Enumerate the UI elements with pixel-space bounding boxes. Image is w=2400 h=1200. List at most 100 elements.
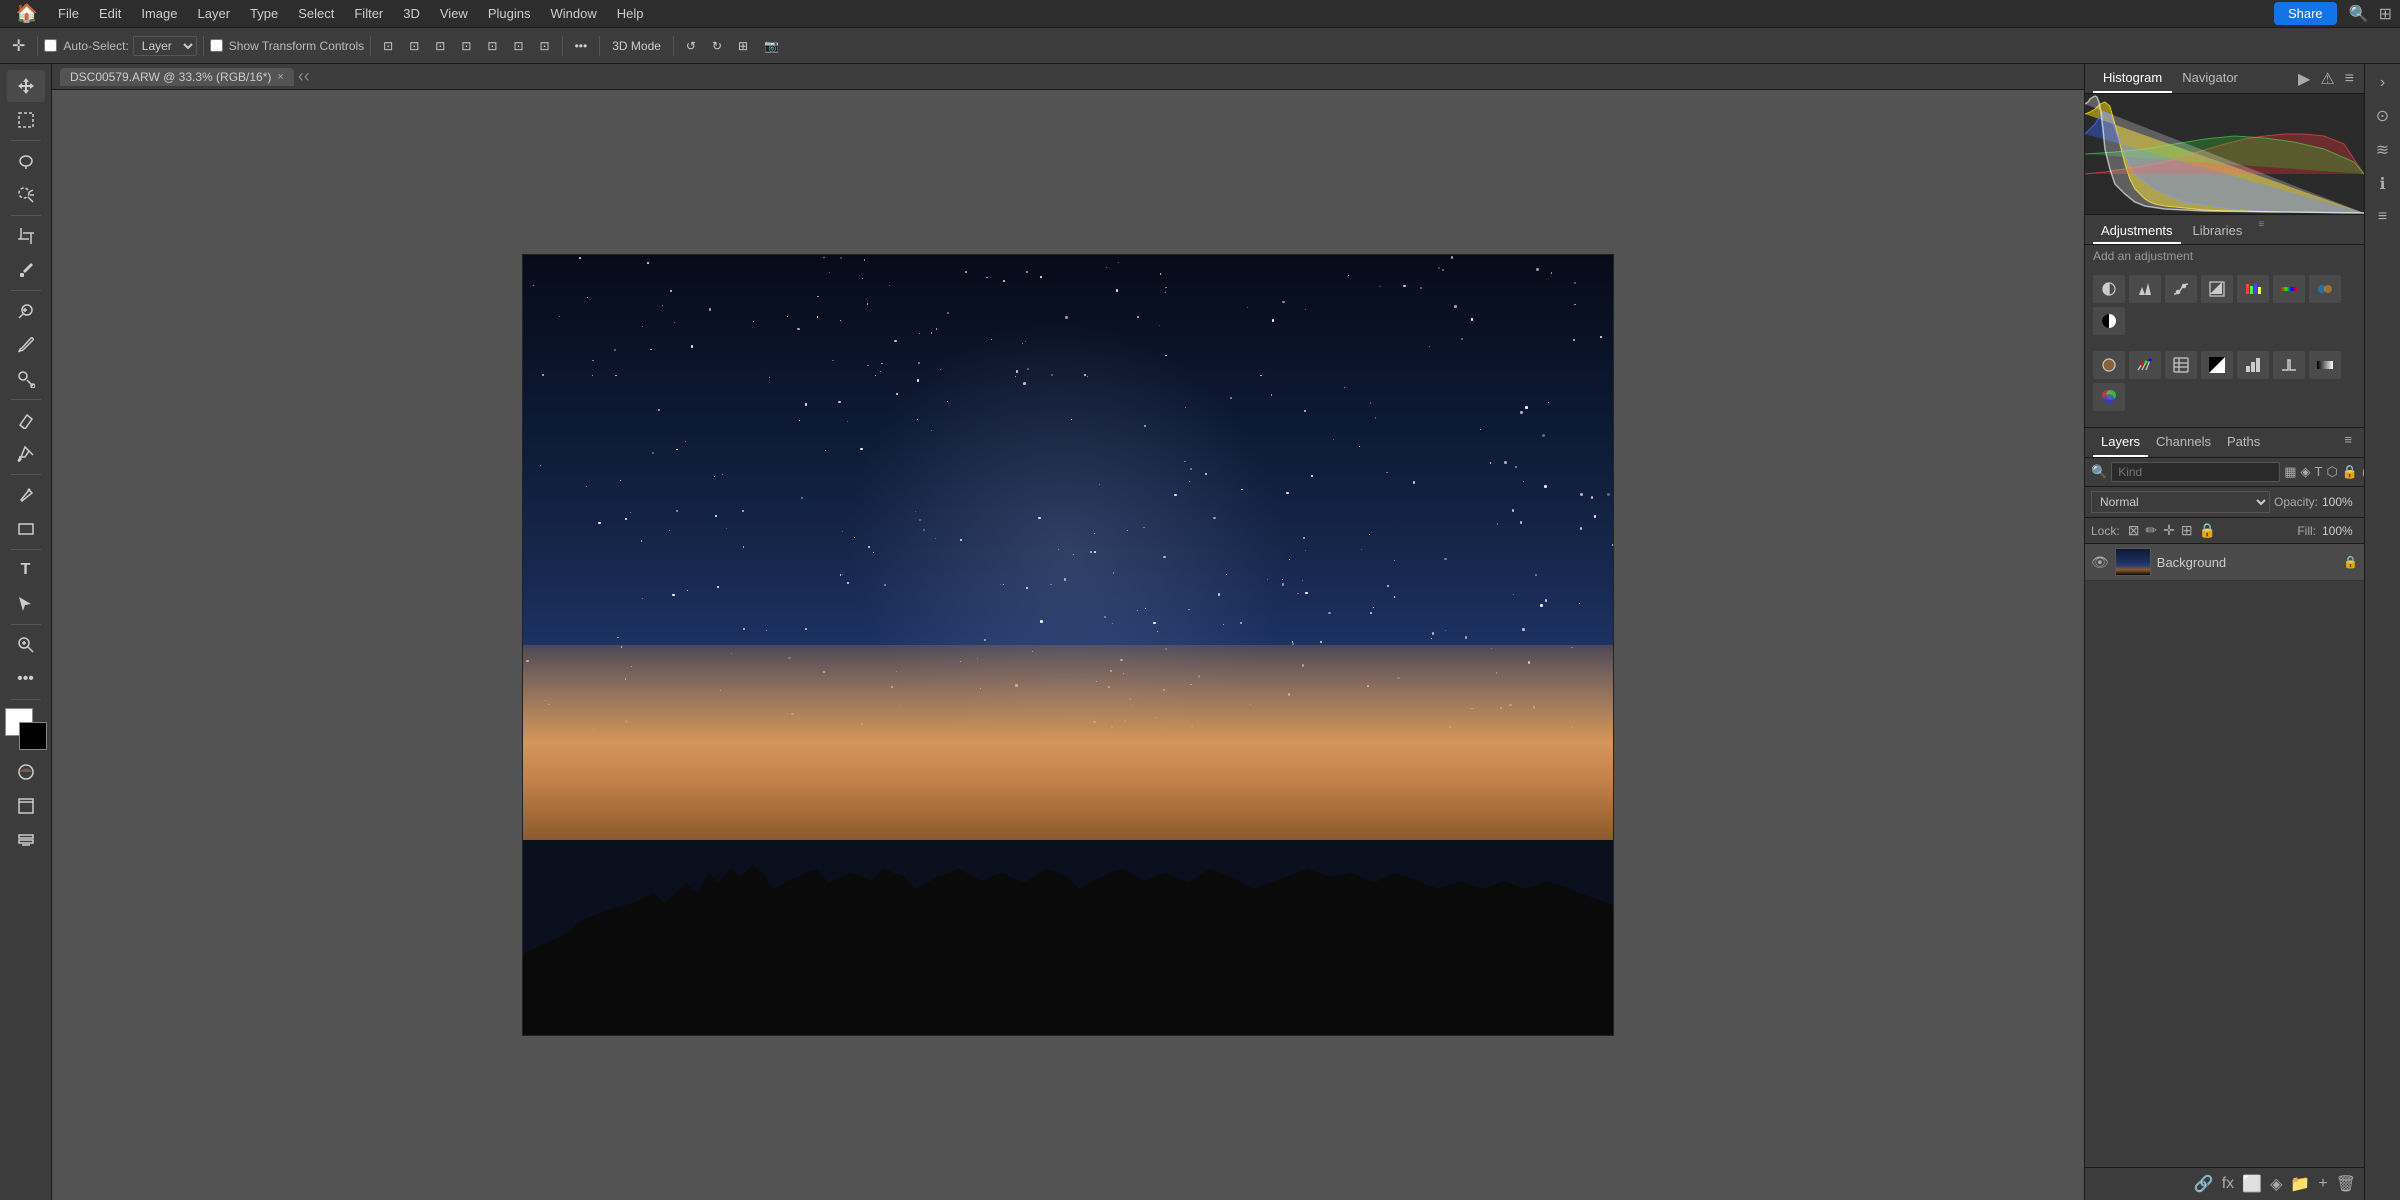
blend-mode-select[interactable]: Normal Multiply Screen Overlay [2091, 491, 2270, 513]
align-bottom-button[interactable]: ⊡ [507, 37, 529, 55]
layer-link-button[interactable]: 🔗 [2194, 1174, 2214, 1194]
lock-artboards-button[interactable]: ⊞ [2181, 522, 2193, 539]
foreground-color-swatch[interactable] [19, 722, 47, 750]
properties-strip-button[interactable]: ⊙ [2372, 102, 2393, 130]
libraries-tab[interactable]: Libraries [2185, 219, 2251, 244]
menu-item-view[interactable]: View [432, 4, 476, 23]
new-fill-adj-button[interactable]: ◈ [2270, 1174, 2282, 1194]
levels-button[interactable] [2129, 275, 2161, 303]
crop-tool[interactable] [7, 220, 45, 252]
move-tool[interactable] [7, 70, 45, 102]
menu-item-window[interactable]: Window [542, 4, 604, 23]
align-right-button[interactable]: ⊡ [429, 37, 451, 55]
lock-transparent-button[interactable]: ⊠ [2128, 522, 2140, 539]
align-top-button[interactable]: ⊡ [455, 37, 477, 55]
menu-item-layer[interactable]: Layer [190, 4, 239, 23]
black-white-button[interactable] [2093, 307, 2125, 335]
menu-item-plugins[interactable]: Plugins [480, 4, 539, 23]
exposure-button[interactable] [2201, 275, 2233, 303]
document-tab[interactable]: DSC00579.ARW @ 33.3% (RGB/16*) × [60, 68, 294, 86]
lock-paint-button[interactable]: ✏ [2145, 522, 2157, 539]
filter-text-button[interactable]: T [2314, 464, 2322, 480]
layer-select[interactable]: Layer Group [133, 36, 197, 56]
selective-color-button[interactable] [2093, 383, 2125, 411]
filter-smart-button[interactable]: 🔒 [2342, 464, 2358, 480]
collapse-panel-button[interactable]: › [2376, 70, 2389, 96]
quick-mask-button[interactable] [7, 756, 45, 788]
channels-strip-button[interactable]: ≡ [2374, 204, 2391, 230]
vibrance-button[interactable] [2237, 275, 2269, 303]
new-group-button[interactable]: 📁 [2290, 1174, 2310, 1194]
brush-tool[interactable] [7, 329, 45, 361]
fill-value[interactable]: 100% [2322, 524, 2358, 538]
menu-item-3d[interactable]: 3D [395, 4, 428, 23]
search-button[interactable]: 🔍 [2349, 4, 2369, 24]
navigator-tab[interactable]: Navigator [2172, 64, 2248, 93]
photo-filter-button[interactable] [2093, 351, 2125, 379]
histogram-tab[interactable]: Histogram [2093, 64, 2172, 93]
filter-adj-button[interactable]: ◈ [2300, 464, 2310, 480]
home-icon[interactable]: 🏠 [8, 0, 46, 30]
transform-button[interactable]: ⊞ [732, 37, 754, 55]
filter-pixel-button[interactable]: ▦ [2284, 464, 2296, 480]
pen-tool[interactable] [7, 479, 45, 511]
menu-item-type[interactable]: Type [242, 4, 286, 23]
color-swatches[interactable] [5, 708, 47, 750]
collapse-panel-button[interactable]: ‹‹ [298, 66, 310, 87]
hue-saturation-button[interactable] [2273, 275, 2305, 303]
quick-select-tool[interactable] [7, 179, 45, 211]
clone-stamp-tool[interactable] [7, 363, 45, 395]
more-tools-button[interactable]: ••• [7, 663, 45, 695]
menu-item-select[interactable]: Select [290, 4, 342, 23]
adjustments-tab[interactable]: Adjustments [2093, 219, 2181, 244]
rotate-cw-button[interactable]: ↻ [706, 37, 728, 55]
show-transform-checkbox[interactable] [210, 39, 223, 52]
selection-tool[interactable] [7, 104, 45, 136]
info-strip-button[interactable]: ℹ [2375, 170, 2389, 198]
color-balance-button[interactable] [2309, 275, 2341, 303]
delete-layer-button[interactable]: 🗑 [2336, 1174, 2356, 1194]
distribute-button[interactable]: ⊡ [534, 37, 556, 55]
tab-close-button[interactable]: × [277, 71, 283, 83]
histogram-menu-button[interactable]: ≡ [2343, 68, 2356, 90]
align-center-v-button[interactable]: ⊡ [403, 37, 425, 55]
auto-select-checkbox[interactable] [44, 39, 57, 52]
path-selection-tool[interactable] [7, 588, 45, 620]
opacity-value[interactable]: 100% [2322, 495, 2358, 509]
move-tool-options[interactable]: ✛ [6, 34, 31, 58]
adjustments-collapse-button[interactable]: ≡ [2254, 219, 2268, 244]
channel-mixer-button[interactable] [2129, 351, 2161, 379]
threshold-button[interactable] [2273, 351, 2305, 379]
paths-tab[interactable]: Paths [2219, 428, 2268, 457]
brightness-contrast-button[interactable] [2093, 275, 2125, 303]
filter-shape-button[interactable]: ⬡ [2326, 464, 2337, 480]
more-options-button[interactable]: ••• [569, 37, 594, 55]
shape-tool[interactable] [7, 513, 45, 545]
layer-item-background[interactable]: 👁 Background 🔒 [2085, 544, 2364, 581]
menu-item-image[interactable]: Image [133, 4, 185, 23]
align-center-h-button[interactable]: ⊡ [481, 37, 503, 55]
menu-item-filter[interactable]: Filter [346, 4, 391, 23]
paint-bucket-tool[interactable] [7, 438, 45, 470]
photo-canvas[interactable] [523, 255, 1613, 1035]
lasso-tool[interactable] [7, 145, 45, 177]
new-layer-button[interactable]: + [2318, 1175, 2327, 1193]
type-tool[interactable]: T [7, 554, 45, 586]
layers-menu-button[interactable]: ≡ [2340, 428, 2356, 457]
curves-button[interactable] [2165, 275, 2197, 303]
posterize-button[interactable] [2237, 351, 2269, 379]
menu-item-help[interactable]: Help [609, 4, 652, 23]
gradient-map-button[interactable] [2309, 351, 2341, 379]
lock-position-button[interactable]: ✛ [2163, 522, 2175, 539]
healing-brush-tool[interactable] [7, 295, 45, 327]
eraser-tool[interactable] [7, 404, 45, 436]
screen-mode-button[interactable] [7, 790, 45, 822]
channels-tab[interactable]: Channels [2148, 428, 2219, 457]
zoom-tool[interactable] [7, 629, 45, 661]
histogram-play-button[interactable]: ▶ [2296, 67, 2312, 91]
layer-mask-button[interactable]: ⬜ [2242, 1174, 2262, 1194]
color-lookup-button[interactable] [2165, 351, 2197, 379]
camera-button[interactable]: 📷 [758, 37, 785, 55]
menu-item-file[interactable]: File [50, 4, 87, 23]
3d-mode-button[interactable]: 3D Mode [606, 37, 667, 55]
